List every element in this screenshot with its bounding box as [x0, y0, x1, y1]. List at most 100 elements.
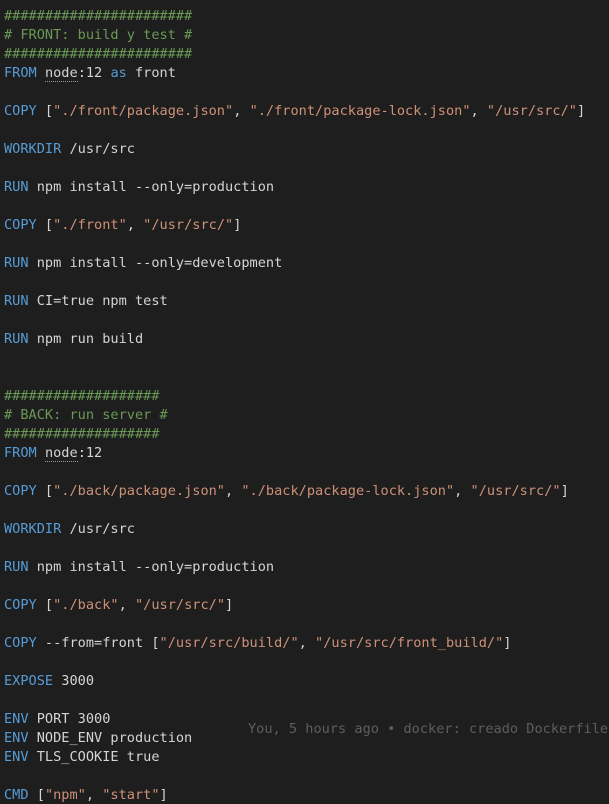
code-line[interactable]: CMD ["npm", "start"] [4, 786, 168, 804]
code-token-keyword: ENV [4, 730, 29, 746]
code-token-comment: # FRONT: build y test # [4, 27, 193, 43]
code-token-string: "./front/package.json" [53, 103, 234, 119]
code-token-keyword: FROM [4, 445, 37, 461]
code-line[interactable]: RUN CI=true npm test [4, 292, 168, 311]
code-line[interactable]: EXPOSE 3000 [4, 672, 94, 691]
code-token-plain: , [118, 597, 135, 613]
code-token-plain: ] [560, 483, 569, 499]
code-line[interactable]: WORKDIR /usr/src [4, 520, 135, 539]
code-token-keyword: WORKDIR [4, 521, 62, 537]
code-token-string: "start" [102, 787, 160, 803]
code-token-plain: npm install --only=development [28, 255, 283, 271]
code-token-plain: --from=front [ [36, 635, 160, 651]
code-token-image: node [44, 445, 78, 462]
code-token-keyword: RUN [4, 559, 29, 575]
code-token-plain: , [298, 635, 316, 651]
code-line[interactable]: COPY ["./back", "/usr/src/"] [4, 596, 233, 615]
code-token-string: "./back/package.json" [53, 483, 225, 499]
code-line[interactable]: FROM node:12 as front [4, 64, 176, 83]
code-editor[interactable]: You, 5 hours ago • docker: creado Docker… [0, 0, 609, 804]
code-token-comment: ################### [4, 388, 160, 404]
code-token-keyword: ENV [4, 749, 29, 765]
code-token-string: "./back/package-lock.json" [241, 483, 455, 499]
code-token-plain: :12 [77, 445, 103, 461]
code-token-comment: # BACK: run server # [4, 407, 168, 423]
code-token-string: "/usr/src/" [143, 217, 234, 233]
code-line[interactable]: ################### [4, 387, 160, 406]
code-line[interactable]: RUN npm install --only=production [4, 178, 274, 197]
code-token-string: "/usr/src/" [470, 483, 561, 499]
code-token-keyword: ENV [4, 711, 29, 727]
code-token-plain: [ [28, 787, 45, 803]
code-token-plain: [ [36, 103, 54, 119]
code-line[interactable]: ####################### [4, 45, 192, 64]
code-token-keyword: WORKDIR [4, 141, 62, 157]
code-line[interactable]: ENV PORT 3000 [4, 710, 110, 729]
code-line[interactable]: ENV NODE_ENV production [4, 729, 192, 748]
code-token-plain: [ [36, 483, 54, 499]
code-token-keyword: EXPOSE [4, 673, 54, 689]
code-token-keyword: COPY [4, 217, 37, 233]
code-token-keyword: RUN [4, 179, 29, 195]
code-token-keyword: RUN [4, 331, 29, 347]
code-token-plain: /usr/src [61, 141, 135, 157]
code-token-plain: , [225, 483, 242, 499]
code-line[interactable]: FROM node:12 [4, 444, 102, 463]
code-token-string: "/usr/src/front_build/" [315, 635, 504, 651]
code-line[interactable]: COPY ["./back/package.json", "./back/pac… [4, 482, 569, 501]
code-token-comment: ################### [4, 426, 160, 442]
code-line[interactable]: ENV TLS_COOKIE true [4, 748, 160, 767]
code-line[interactable]: COPY --from=front ["/usr/src/build/", "/… [4, 634, 511, 653]
code-token-plain: PORT 3000 [28, 711, 111, 727]
code-token-plain: , [470, 103, 487, 119]
code-token-string: "./back" [53, 597, 119, 613]
code-token-keyword: COPY [4, 483, 37, 499]
code-line[interactable]: # FRONT: build y test # [4, 26, 192, 45]
code-token-plain: npm install --only=production [28, 179, 275, 195]
code-token-plain: ] [159, 787, 168, 803]
code-token-plain: , [454, 483, 471, 499]
code-token-keyword: CMD [4, 787, 29, 803]
code-token-string: "./front/package-lock.json" [249, 103, 471, 119]
code-token-string: "npm" [44, 787, 86, 803]
code-token-keyword: as [110, 65, 127, 81]
code-token-plain: npm install --only=production [28, 559, 275, 575]
code-token-keyword: COPY [4, 635, 37, 651]
code-line[interactable]: ################### [4, 425, 160, 444]
code-token-keyword: FROM [4, 65, 37, 81]
code-token-plain: front [126, 65, 176, 81]
git-blame-annotation: You, 5 hours ago • docker: creado Docker… [248, 721, 609, 737]
code-line[interactable]: ####################### [4, 7, 192, 26]
code-token-plain: [ [36, 217, 54, 233]
code-token-keyword: RUN [4, 255, 29, 271]
code-token-plain: [ [36, 597, 54, 613]
code-token-plain: :12 [77, 65, 111, 81]
code-line[interactable]: RUN npm install --only=development [4, 254, 282, 273]
code-token-plain: , [85, 787, 103, 803]
code-token-plain: ] [576, 103, 586, 119]
code-line[interactable]: RUN npm run build [4, 330, 143, 349]
code-token-plain: CI=true npm test [28, 293, 168, 309]
code-line[interactable]: COPY ["./front", "/usr/src/"] [4, 216, 241, 235]
code-token-plain: , [126, 217, 144, 233]
code-token-string: "/usr/src/" [134, 597, 226, 613]
code-token-string: "/usr/src/" [486, 103, 577, 119]
code-line[interactable]: # BACK: run server # [4, 406, 168, 425]
code-token-plain: TLS_COOKIE true [28, 749, 160, 765]
code-token-keyword: COPY [4, 597, 37, 613]
code-line[interactable]: COPY ["./front/package.json", "./front/p… [4, 102, 585, 121]
code-token-comment: ####################### [4, 8, 193, 24]
code-token-plain: ] [233, 217, 242, 233]
code-line[interactable]: WORKDIR /usr/src [4, 140, 135, 159]
code-line[interactable]: RUN npm install --only=production [4, 558, 274, 577]
code-token-comment: ####################### [4, 46, 193, 62]
code-token-string: "/usr/src/build/" [159, 635, 299, 651]
code-token-plain: ] [503, 635, 512, 651]
code-token-image: node [44, 65, 78, 82]
code-token-keyword: RUN [4, 293, 29, 309]
code-token-plain: npm run build [28, 331, 144, 347]
code-token-string: "./front" [53, 217, 127, 233]
code-token-plain: /usr/src [61, 521, 135, 537]
